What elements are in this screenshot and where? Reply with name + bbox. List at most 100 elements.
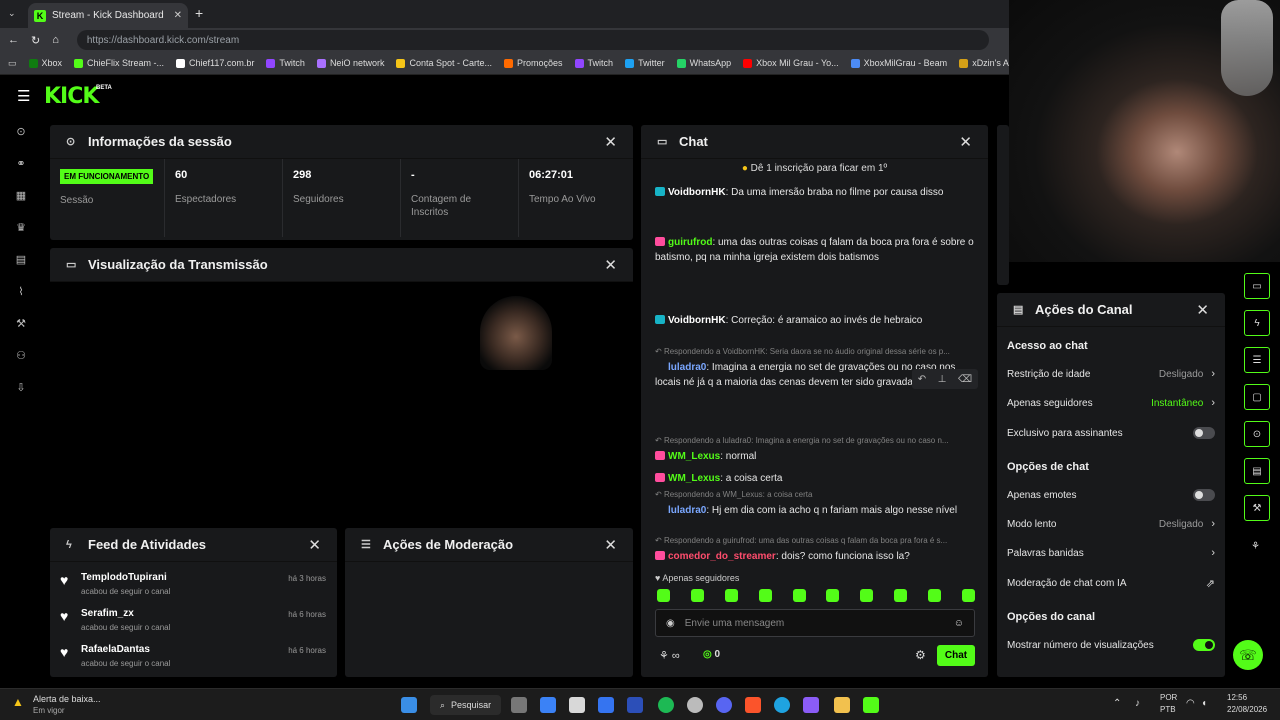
emote-icon[interactable]: [961, 589, 975, 602]
folder-icon[interactable]: [834, 697, 850, 713]
record-icon[interactable]: ◉: [666, 618, 675, 629]
bookmark-item[interactable]: Twitter: [625, 58, 665, 68]
trophy-icon[interactable]: ♛: [14, 221, 28, 235]
points-display[interactable]: ◎ 0: [703, 649, 720, 660]
users-icon[interactable]: ⚇: [14, 349, 28, 363]
bookmark-item[interactable]: WhatsApp: [676, 58, 731, 68]
chat-username[interactable]: guirufrod: [668, 237, 712, 248]
chevron-up-icon[interactable]: ⌃: [1113, 698, 1121, 709]
rail-share-icon[interactable]: ⚘: [1251, 541, 1260, 552]
menu-icon[interactable]: ☰: [17, 87, 30, 105]
support-icon[interactable]: ☏: [1233, 640, 1263, 670]
app-circle-icon[interactable]: [687, 697, 703, 713]
rail-wrench-icon[interactable]: ⚒: [1244, 495, 1270, 521]
chat-input[interactable]: ◉ Envie uma mensagem ☺: [655, 609, 975, 637]
reply-context[interactable]: ↶ Respondendo a luladra0: Imagina a ener…: [655, 436, 975, 445]
kick-logo[interactable]: KICK: [44, 84, 99, 109]
bookmark-item[interactable]: Xbox Mil Grau - Yo...: [743, 58, 839, 68]
bookmark-item[interactable]: Promoções: [504, 58, 563, 68]
bookmark-item[interactable]: XboxMilGrau - Beam: [850, 58, 947, 68]
upload-icon[interactable]: ⇩: [14, 381, 28, 395]
infinity-icon[interactable]: ⚘ ∞: [659, 649, 680, 662]
close-icon[interactable]: ✕: [1196, 301, 1209, 319]
mic-icon[interactable]: ♪: [1135, 698, 1140, 709]
chat-username[interactable]: VoidbornHK: [668, 187, 726, 198]
chat-message[interactable]: WM_Lexus: normal: [655, 449, 975, 464]
clock-time[interactable]: 12:56: [1227, 693, 1247, 702]
chat-message[interactable]: guirufrod: uma das outras coisas q falam…: [655, 235, 975, 265]
browser-tab[interactable]: K Stream - Kick Dashboard ✕: [28, 3, 188, 28]
emote-icon[interactable]: [860, 589, 874, 602]
bookmark-item[interactable]: Twitch: [574, 58, 613, 68]
emote-icon[interactable]: [724, 589, 738, 602]
brave-icon[interactable]: [745, 697, 761, 713]
home-icon[interactable]: ⌂: [52, 34, 59, 46]
feed-user[interactable]: RafaelaDantas: [81, 644, 150, 655]
reply-context[interactable]: ↶ Respondendo a VoidbornHK: Seria daora …: [655, 347, 975, 356]
rail-list-icon[interactable]: ☰: [1244, 347, 1270, 373]
language-indicator[interactable]: POR: [1160, 693, 1177, 702]
stream-icon[interactable]: ⊙: [14, 125, 28, 139]
reply-context[interactable]: ↶ Respondendo a WM_Lexus: a coisa certa: [655, 490, 975, 499]
ai-moderation-row[interactable]: Moderação de chat com IA ⇗: [1007, 577, 1215, 590]
emote-icon[interactable]: [690, 589, 704, 602]
chat-message[interactable]: comedor_do_streamer: dois? como funciona…: [655, 549, 975, 564]
wrench-icon[interactable]: ⚒: [14, 317, 28, 331]
widgets-icon[interactable]: [540, 697, 556, 713]
chat-username[interactable]: comedor_do_streamer: [668, 551, 776, 562]
discord-icon[interactable]: [716, 697, 732, 713]
edge-icon[interactable]: [774, 697, 790, 713]
pin-icon[interactable]: ⊥: [938, 374, 947, 385]
age-restriction-row[interactable]: Restrição de idade Desligado ›: [1007, 368, 1215, 380]
emote-icon[interactable]: [792, 589, 806, 602]
reading-list-icon[interactable]: ▭: [8, 58, 17, 69]
emoji-icon[interactable]: ☺: [954, 618, 964, 629]
chat-message[interactable]: VoidbornHK: Da uma imersão braba no film…: [655, 185, 975, 200]
delete-icon[interactable]: ⌫: [958, 374, 972, 385]
bookmark-item[interactable]: Chief117.com.br: [176, 58, 254, 68]
close-icon[interactable]: ✕: [604, 133, 617, 151]
followers-only-row[interactable]: Apenas seguidores Instantâneo ›: [1007, 397, 1215, 409]
bookmark-item[interactable]: Twitch: [266, 58, 305, 68]
close-icon[interactable]: ✕: [959, 133, 972, 151]
kick-app-icon[interactable]: [863, 697, 879, 713]
rail-chat-icon[interactable]: ▢: [1244, 384, 1270, 410]
link-icon[interactable]: ⚭: [14, 157, 28, 171]
reload-icon[interactable]: ↻: [31, 34, 40, 47]
new-tab-button[interactable]: +: [195, 5, 203, 21]
reply-context[interactable]: ↶ Respondendo a guirufrod: uma das outra…: [655, 536, 975, 545]
layout-icon[interactable]: ▤: [14, 253, 28, 267]
chat-username[interactable]: luladra0: [668, 362, 706, 373]
analytics-icon[interactable]: ▦: [14, 189, 28, 203]
chat-username[interactable]: WM_Lexus: [668, 473, 720, 484]
taskbar-search[interactable]: ⌕ Pesquisar: [430, 695, 502, 715]
url-input[interactable]: https://dashboard.kick.com/stream: [76, 30, 989, 50]
slow-mode-row[interactable]: Modo lento Desligado ›: [1007, 518, 1215, 530]
chart-icon[interactable]: ⌇: [14, 285, 28, 299]
bookmark-item[interactable]: xDzin's Achiever: [959, 58, 1009, 68]
sub-banner[interactable]: ● Dê 1 inscrição para ficar em 1º: [641, 163, 988, 174]
show-views-toggle[interactable]: [1193, 639, 1215, 651]
multi-app-icon[interactable]: [803, 697, 819, 713]
close-icon[interactable]: ✕: [604, 256, 617, 274]
bookmark-item[interactable]: NeiO network: [316, 58, 384, 68]
back-icon[interactable]: ←: [8, 34, 19, 46]
feed-user[interactable]: TemplodoTupirani: [81, 572, 167, 583]
bookmark-item[interactable]: Xbox: [28, 58, 62, 68]
spotify-icon[interactable]: [658, 697, 674, 713]
chat-message[interactable]: VoidbornHK: Correção: é aramaico ao invé…: [655, 313, 975, 328]
chat-message[interactable]: luladra0: Hj em dia com ia acho q n fari…: [655, 503, 975, 518]
chat-username[interactable]: WM_Lexus: [668, 451, 720, 462]
reply-icon[interactable]: ↶: [918, 374, 926, 385]
bookmark-item[interactable]: Conta Spot - Carte...: [396, 58, 492, 68]
settings-icon[interactable]: ⚙: [915, 648, 926, 662]
rail-lightning-icon[interactable]: ϟ: [1244, 310, 1270, 336]
chat-message[interactable]: WM_Lexus: a coisa certa: [655, 471, 975, 486]
close-icon[interactable]: ✕: [604, 536, 617, 554]
emote-icon[interactable]: [928, 589, 941, 602]
rail-layout-icon[interactable]: ▭: [1244, 273, 1270, 299]
chat-username[interactable]: VoidbornHK: [668, 315, 726, 326]
banned-words-row[interactable]: Palavras banidas ›: [1007, 547, 1215, 559]
emotes-only-toggle[interactable]: [1193, 489, 1215, 501]
close-tab-icon[interactable]: ✕: [174, 10, 182, 21]
